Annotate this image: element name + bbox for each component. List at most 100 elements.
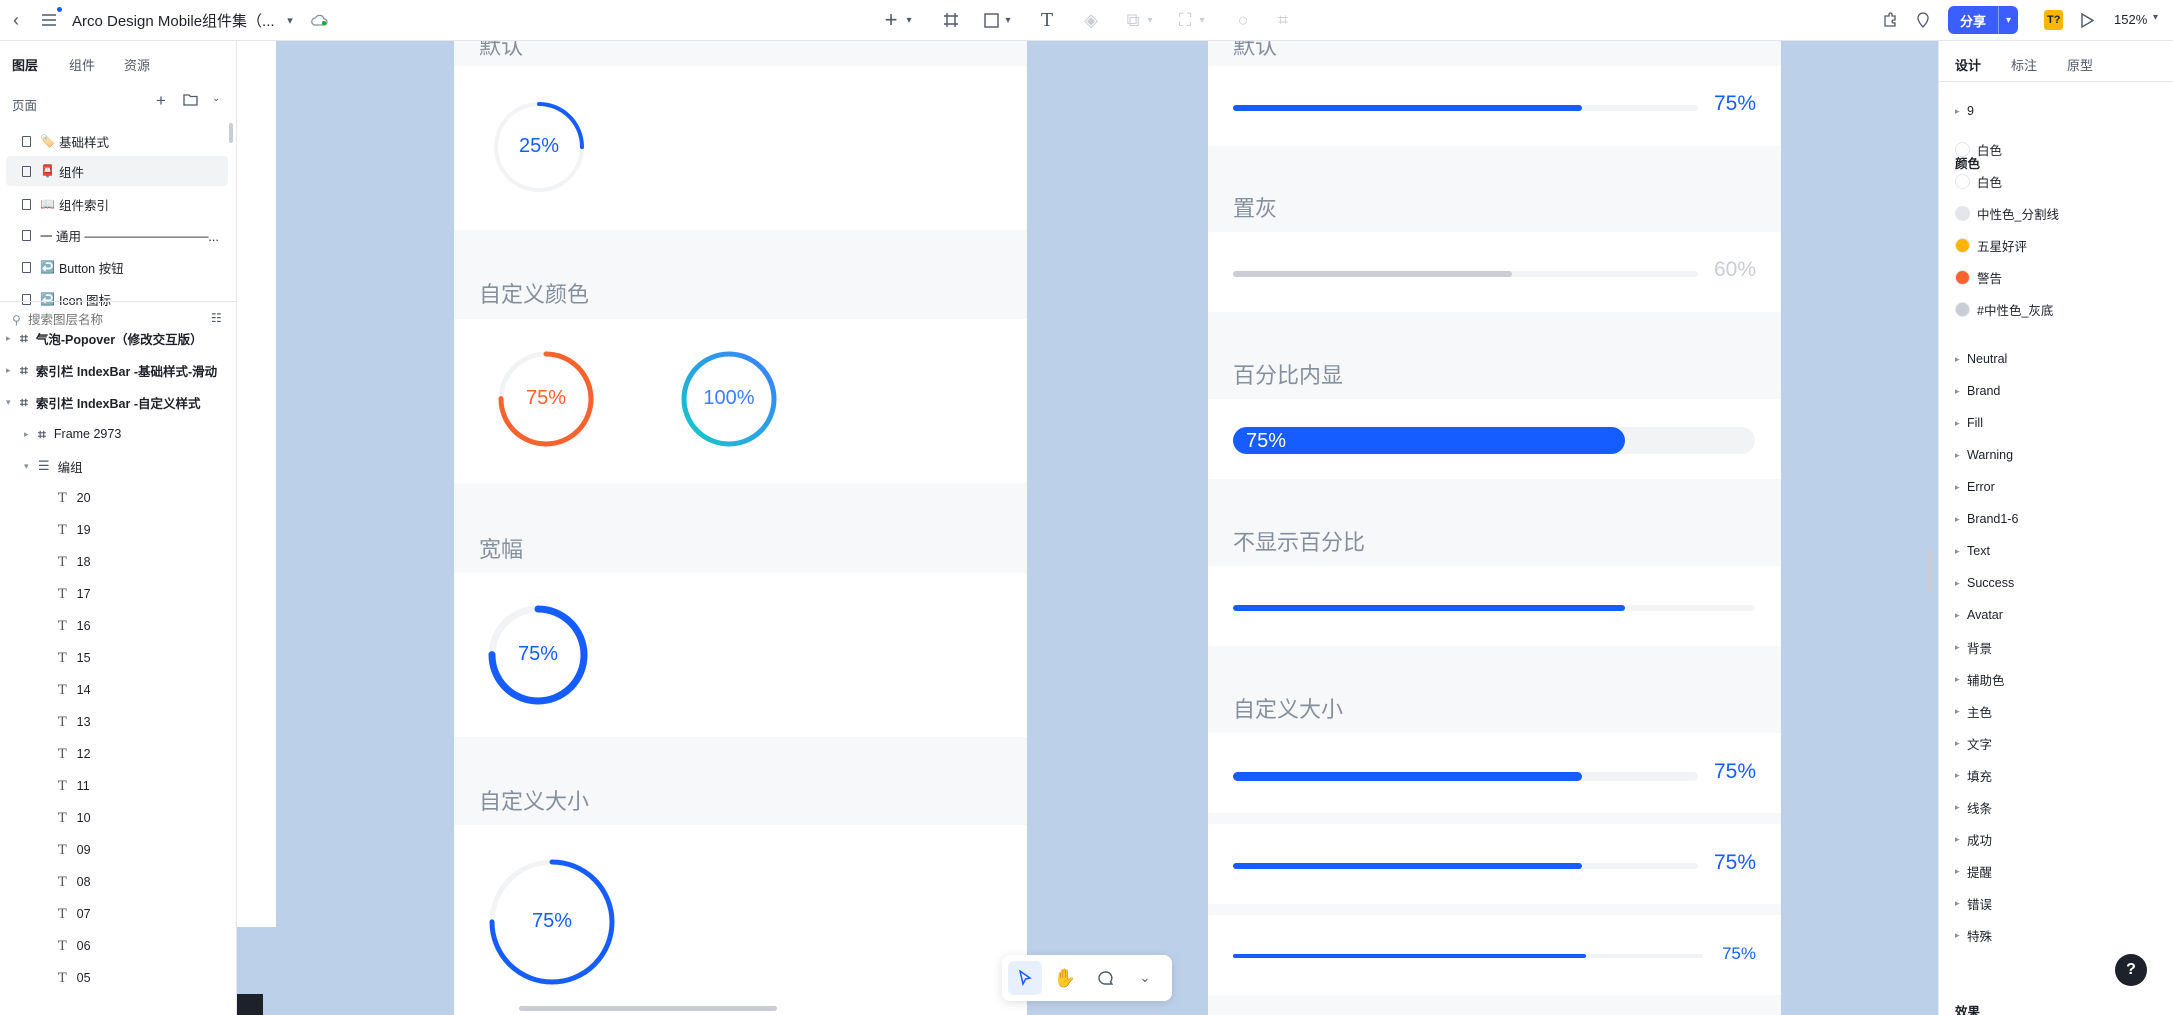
more-icon[interactable]: ⌄ bbox=[1128, 961, 1162, 995]
caret-right-icon[interactable]: ▸ bbox=[6, 365, 20, 376]
layer-item[interactable]: T 10 bbox=[58, 803, 91, 833]
layer-item[interactable]: ▸ ⌗ 索引栏 IndexBar -基础样式-滑动 bbox=[6, 355, 217, 385]
layer-item[interactable]: T 08 bbox=[58, 867, 91, 897]
chevron-down-icon[interactable]: ▾ bbox=[1998, 6, 2018, 34]
layer-item[interactable]: ▾ ⌗ 索引栏 IndexBar -自定义样式 bbox=[6, 387, 201, 417]
ellipse-tool-icon[interactable]: ○ bbox=[1232, 8, 1254, 32]
zoom-level[interactable]: 152% bbox=[2114, 12, 2147, 27]
crop-tool-icon[interactable]: ⌗ bbox=[1272, 8, 1294, 32]
frame-tool-icon[interactable] bbox=[940, 8, 962, 32]
tab-annotation[interactable]: 标注 bbox=[2011, 55, 2037, 74]
tab-design[interactable]: 设计 bbox=[1955, 55, 1981, 74]
layer-item[interactable]: T 16 bbox=[58, 611, 91, 641]
color-group[interactable]: ▸ 线条 bbox=[1955, 795, 1992, 819]
group-row[interactable]: ▸ 9 bbox=[1955, 104, 1974, 118]
color-group[interactable]: ▸ Error bbox=[1955, 475, 1995, 499]
layer-item[interactable]: T 14 bbox=[58, 675, 91, 705]
rectangle-tool-icon[interactable] bbox=[980, 8, 1002, 32]
chevron-down-icon[interactable]: ▾ bbox=[1144, 8, 1156, 32]
color-group[interactable]: ▸ 文字 bbox=[1955, 731, 1992, 755]
layer-item[interactable]: T 09 bbox=[58, 835, 91, 865]
layer-item[interactable]: T 19 bbox=[58, 515, 91, 545]
tab-prototype[interactable]: 原型 bbox=[2067, 55, 2093, 74]
file-title[interactable]: Arco Design Mobile组件集（... bbox=[72, 10, 275, 31]
collapse-chevron-icon[interactable]: ⌄ bbox=[212, 93, 220, 104]
color-group[interactable]: ▸ 辅助色 bbox=[1955, 667, 2005, 691]
layer-item[interactable]: T 07 bbox=[58, 899, 91, 929]
layer-item[interactable]: T 13 bbox=[58, 707, 91, 737]
help-button[interactable]: ? bbox=[2115, 954, 2147, 986]
caret-down-icon[interactable]: ▾ bbox=[24, 461, 38, 472]
component-tool-icon[interactable]: ◈ bbox=[1080, 8, 1102, 32]
layer-item[interactable]: T 15 bbox=[58, 643, 91, 673]
back-icon[interactable]: ‹ bbox=[6, 8, 26, 32]
tab-assets[interactable]: 资源 bbox=[124, 55, 150, 74]
add-page-icon[interactable]: + bbox=[156, 91, 166, 111]
layer-item[interactable]: T 11 bbox=[58, 771, 90, 801]
layer-item[interactable]: T 06 bbox=[58, 931, 91, 961]
color-group[interactable]: ▸ Success bbox=[1955, 571, 2014, 595]
chevron-down-icon[interactable]: ▾ bbox=[2153, 12, 2158, 23]
share-button[interactable]: 分享 ▾ bbox=[1948, 6, 2018, 34]
color-style-item[interactable]: 五星好评 bbox=[1955, 233, 2027, 257]
layer-item[interactable]: ▾ ☰ 编组 bbox=[24, 451, 83, 481]
layer-item[interactable]: T 17 bbox=[58, 579, 91, 609]
comment-icon[interactable] bbox=[1088, 961, 1122, 995]
text-tool-icon[interactable]: T bbox=[1036, 8, 1058, 32]
caret-right-icon[interactable]: ▸ bbox=[6, 333, 20, 344]
color-group[interactable]: ▸ 错误 bbox=[1955, 891, 1992, 915]
caret-down-icon[interactable]: ▾ bbox=[6, 397, 20, 408]
color-style-item[interactable]: 白色 bbox=[1955, 137, 2002, 161]
color-group[interactable]: ▸ 填充 bbox=[1955, 763, 1992, 787]
chevron-down-icon[interactable]: ▾ bbox=[1002, 8, 1014, 32]
mask-tool-icon[interactable]: ⛶ bbox=[1174, 8, 1196, 32]
caret-right-icon[interactable]: ▸ bbox=[24, 429, 38, 440]
color-group[interactable]: ▸ Brand bbox=[1955, 379, 2000, 403]
hand-icon[interactable]: ✋ bbox=[1048, 961, 1082, 995]
add-icon[interactable]: + bbox=[880, 7, 902, 32]
page-item[interactable]: 📖 组件索引 bbox=[6, 189, 228, 219]
page-item[interactable]: 🏷️ 基础样式 bbox=[6, 126, 228, 156]
design-canvas[interactable]: 默认 自定义颜色 宽幅 自定义大小 25% 75% 100% 75% 75% 默认 置灰… bbox=[237, 41, 1938, 1015]
chevron-down-icon[interactable]: ▾ bbox=[903, 8, 915, 32]
layer-item[interactable]: ▸ ⌗ 气泡-Popover（修改交互版） bbox=[6, 323, 203, 353]
location-icon[interactable] bbox=[1912, 8, 1934, 32]
horizontal-scrollbar[interactable] bbox=[519, 1006, 777, 1011]
color-style-item[interactable]: 警告 bbox=[1955, 265, 2002, 289]
chevron-down-icon[interactable]: ▾ bbox=[282, 8, 298, 32]
layer-item[interactable]: T 18 bbox=[58, 547, 91, 577]
color-group[interactable]: ▸ Fill bbox=[1955, 411, 1983, 435]
layer-item[interactable]: ▸ ⌗ Frame 2973 bbox=[24, 419, 121, 449]
select-icon[interactable] bbox=[1008, 961, 1042, 995]
color-group[interactable]: ▸ 成功 bbox=[1955, 827, 1992, 851]
page-item[interactable]: ↩️ Button 按钮 bbox=[6, 252, 228, 282]
plugin-icon[interactable] bbox=[1879, 8, 1901, 32]
vertical-scrollbar[interactable] bbox=[1927, 551, 1932, 593]
color-group[interactable]: ▸ 特殊 bbox=[1955, 923, 1992, 947]
color-group[interactable]: ▸ Avatar bbox=[1955, 603, 2003, 627]
tab-layers[interactable]: 图层 bbox=[12, 55, 38, 74]
color-style-item[interactable]: 白色 bbox=[1955, 169, 2002, 193]
tab-components[interactable]: 组件 bbox=[69, 55, 95, 74]
color-group[interactable]: ▸ Text bbox=[1955, 539, 1990, 563]
layer-item[interactable]: T 12 bbox=[58, 739, 91, 769]
filter-icon[interactable]: ☷ bbox=[211, 311, 222, 325]
color-group[interactable]: ▸ Neutral bbox=[1955, 347, 2007, 371]
color-group[interactable]: ▸ Warning bbox=[1955, 443, 2013, 467]
layer-item[interactable]: T 20 bbox=[58, 483, 91, 513]
color-group[interactable]: ▸ 主色 bbox=[1955, 699, 1992, 723]
page-item[interactable]: 一 通用 ──────────────... bbox=[6, 220, 228, 250]
boolean-tool-icon[interactable]: ⧉ bbox=[1122, 8, 1144, 32]
color-style-item[interactable]: #中性色_灰底 bbox=[1955, 297, 2053, 321]
chevron-down-icon[interactable]: ▾ bbox=[1196, 8, 1208, 32]
user-badge[interactable]: T? bbox=[2044, 10, 2064, 30]
color-group[interactable]: ▸ 提醒 bbox=[1955, 859, 1992, 883]
layer-item[interactable]: T 05 bbox=[58, 963, 91, 993]
folder-icon[interactable] bbox=[183, 93, 198, 111]
menu-icon[interactable] bbox=[38, 8, 60, 32]
page-item[interactable]: 📮 组件 bbox=[6, 156, 228, 186]
color-group[interactable]: ▸ 背景 bbox=[1955, 635, 1992, 659]
color-style-item[interactable]: 中性色_分割线 bbox=[1955, 201, 2059, 225]
play-icon[interactable] bbox=[2076, 8, 2098, 32]
pages-scrollbar[interactable] bbox=[229, 123, 233, 143]
